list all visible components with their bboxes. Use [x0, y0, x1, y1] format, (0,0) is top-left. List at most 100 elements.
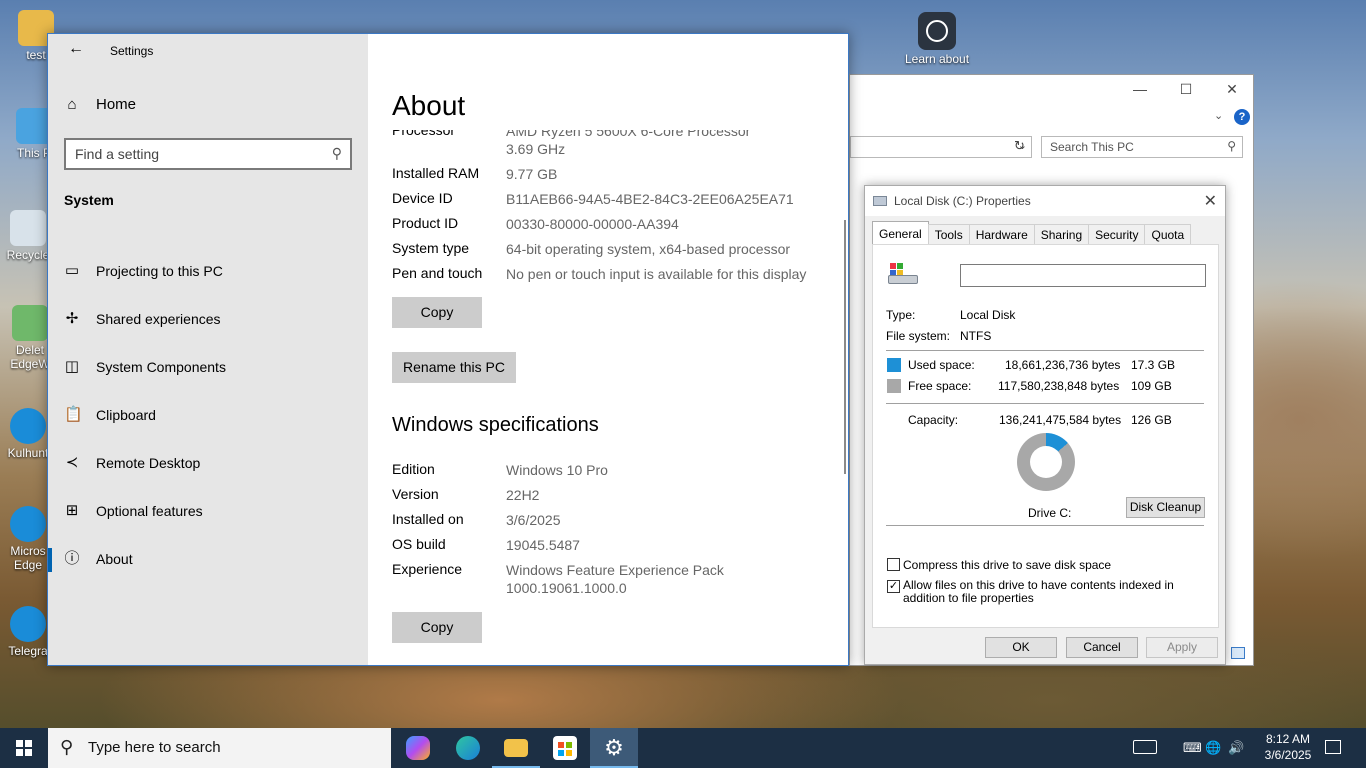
- search-this-pc-input[interactable]: Search This PC ⚲: [1041, 136, 1243, 158]
- back-arrow-icon[interactable]: ←: [64, 40, 88, 60]
- taskbar-settings[interactable]: ⚙: [590, 728, 638, 768]
- cancel-button[interactable]: Cancel: [1066, 637, 1138, 658]
- dialog-title: Local Disk (C:) Properties: [894, 194, 1031, 208]
- tab-hardware[interactable]: Hardware: [968, 224, 1035, 244]
- sidebar-item-system-components[interactable]: ◫ System Components: [64, 355, 226, 379]
- settings-window: ← Settings ⌂ Home Find a setting ⚲ Syste…: [47, 33, 849, 666]
- camera-icon: [918, 12, 956, 50]
- sidebar-item-clipboard[interactable]: 📋 Clipboard: [64, 403, 156, 427]
- drive-icon: [888, 263, 918, 285]
- tab-tools[interactable]: Tools: [927, 224, 970, 244]
- taskbar: ⚲ Type here to search ⚙ ⌨ 🌐 🔊 8:12 AM 3/…: [0, 728, 1366, 768]
- scrollbar[interactable]: [844, 220, 846, 474]
- tab-security[interactable]: Security: [1088, 224, 1146, 244]
- disk-properties-dialog: Local Disk (C:) Properties ✕ General Too…: [864, 185, 1226, 665]
- clock-time: 8:12 AM: [1265, 732, 1311, 746]
- notification-icon[interactable]: [1325, 740, 1341, 754]
- windows-logo-icon: [16, 740, 32, 756]
- edge-icon: [10, 408, 46, 444]
- active-indicator: [48, 548, 52, 572]
- free-human: 109 GB: [1131, 379, 1172, 393]
- tab-general[interactable]: General: [872, 221, 929, 245]
- recycle-bin-icon: [10, 210, 46, 246]
- sidebar-item-remote-desktop[interactable]: ≺ Remote Desktop: [64, 451, 201, 475]
- edge-icon: [10, 506, 46, 542]
- home-nav-item[interactable]: ⌂ Home: [64, 96, 136, 113]
- apply-button[interactable]: Apply: [1146, 637, 1218, 658]
- divider: [886, 403, 1204, 404]
- divider: [886, 525, 1204, 526]
- capacity-human: 126 GB: [1131, 413, 1172, 427]
- drive-name-input[interactable]: [960, 264, 1206, 287]
- tab-sharing[interactable]: Sharing: [1033, 224, 1090, 244]
- chevron-down-icon[interactable]: ⌄: [1214, 109, 1223, 122]
- sidebar-item-about[interactable]: ⓘ About: [64, 547, 132, 571]
- close-button[interactable]: ✕: [1204, 191, 1217, 211]
- ok-button[interactable]: OK: [985, 637, 1057, 658]
- help-icon[interactable]: ?: [1234, 109, 1250, 125]
- sidebar-item-optional-features[interactable]: ⊞ Optional features: [64, 499, 203, 523]
- maximize-button[interactable]: ☐: [1166, 81, 1206, 98]
- details-view-icon[interactable]: [1231, 647, 1245, 659]
- free-space-swatch: [887, 379, 901, 393]
- shared-icon: ✢: [65, 310, 79, 327]
- drive-icon: [873, 196, 887, 206]
- globe-icon[interactable]: 🌐: [1205, 740, 1221, 756]
- rename-pc-button[interactable]: Rename this PC: [392, 352, 516, 383]
- taskbar-copilot[interactable]: [394, 728, 442, 768]
- start-button[interactable]: [0, 728, 48, 768]
- copy-device-specs-button[interactable]: Copy: [392, 297, 482, 328]
- sidebar-item-shared-experiences[interactable]: ✢ Shared experiences: [64, 307, 221, 331]
- taskbar-file-explorer[interactable]: [492, 728, 540, 768]
- search-icon: ⚲: [1227, 139, 1236, 153]
- taskbar-clock[interactable]: 8:12 AM 3/6/2025: [1258, 731, 1318, 763]
- desktop-icon-telegram[interactable]: Telegra: [4, 606, 52, 658]
- page-title: About: [392, 90, 466, 121]
- volume-icon[interactable]: 🔊: [1228, 740, 1244, 756]
- processor-speed: 3.69 GHz: [506, 141, 566, 157]
- copy-windows-specs-button[interactable]: Copy: [392, 612, 482, 643]
- tab-quota[interactable]: Quota: [1144, 224, 1192, 244]
- sidebar-item-projecting[interactable]: ▭ Projecting to this PC: [64, 259, 223, 283]
- clipboard-icon: 📋: [64, 406, 83, 423]
- minimize-button[interactable]: —: [1120, 81, 1160, 97]
- used-human: 17.3 GB: [1131, 358, 1176, 372]
- desktop-icon-learn-about[interactable]: Learn about: [900, 12, 974, 66]
- section-title: System: [64, 192, 114, 208]
- index-checkbox[interactable]: ✓: [887, 580, 900, 593]
- edge-icon: [456, 736, 480, 760]
- components-icon: ◫: [64, 358, 80, 375]
- dialog-titlebar: Local Disk (C:) Properties ✕: [865, 186, 1225, 216]
- desktop-icon-kulhunt[interactable]: Kulhunt: [4, 408, 52, 460]
- desktop-icon-recycle[interactable]: Recycle: [4, 210, 52, 262]
- find-setting-input[interactable]: Find a setting ⚲: [64, 138, 352, 170]
- compress-checkbox[interactable]: [887, 558, 900, 571]
- desktop-icon-edge[interactable]: Micros Edge: [4, 506, 52, 572]
- taskbar-search-box[interactable]: ⚲ Type here to search: [48, 728, 391, 768]
- disk-usage-donut: [1017, 433, 1075, 491]
- device-icon[interactable]: ⌨: [1183, 740, 1202, 756]
- refresh-icon[interactable]: ↻: [1014, 138, 1025, 154]
- edge-icon: [10, 606, 46, 642]
- free-bytes: 117,580,238,848 bytes: [998, 379, 1120, 393]
- windows-specs-title: Windows specifications: [392, 414, 599, 436]
- taskbar-store[interactable]: [541, 728, 589, 768]
- address-bar[interactable]: ⌄: [850, 136, 1032, 158]
- window-title: Settings: [110, 44, 154, 58]
- info-icon: ⓘ: [64, 550, 80, 567]
- store-icon: [553, 736, 577, 760]
- copilot-icon: [406, 736, 430, 760]
- search-icon: ⚲: [331, 145, 342, 161]
- about-panel: — ☐ ✕ Processor AMD Ryzen 5 5600X 6-Core…: [368, 34, 848, 665]
- remote-desktop-icon: ≺: [65, 454, 79, 471]
- clock-date: 3/6/2025: [1264, 748, 1312, 762]
- gear-icon: ⚙: [604, 735, 624, 760]
- disk-cleanup-button[interactable]: Disk Cleanup: [1126, 497, 1205, 518]
- capacity-bytes: 136,241,475,584 bytes: [999, 413, 1122, 427]
- grid-plus-icon: ⊞: [65, 502, 79, 519]
- file-system-value: NTFS: [960, 329, 992, 343]
- keyboard-icon[interactable]: [1133, 740, 1157, 754]
- close-button[interactable]: ✕: [1212, 81, 1252, 98]
- folder-icon: [504, 739, 528, 757]
- taskbar-edge[interactable]: [444, 728, 492, 768]
